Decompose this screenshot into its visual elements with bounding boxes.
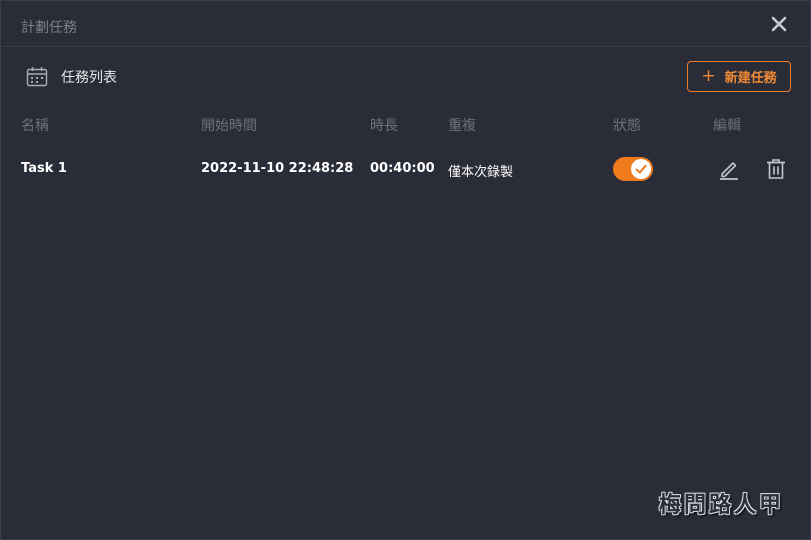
- table-row: Task 1 2022-11-10 22:48:28 00:40:00 僅本次錄…: [1, 151, 810, 187]
- close-button[interactable]: [770, 15, 788, 33]
- toolbar: 任務列表 + 新建任務: [1, 47, 810, 107]
- task-status-toggle[interactable]: [613, 157, 653, 181]
- task-start-time: 2022-11-10 22:48:28: [201, 161, 354, 176]
- task-duration: 00:40:00: [370, 161, 435, 176]
- column-header-duration: 時長: [370, 118, 398, 134]
- task-list-heading: 任務列表: [25, 65, 117, 89]
- column-header-name: 名稱: [21, 118, 49, 134]
- task-list-label: 任務列表: [61, 70, 117, 86]
- task-name: Task 1: [21, 161, 67, 176]
- column-header-repeat: 重複: [448, 118, 476, 134]
- delete-task-button[interactable]: [764, 157, 788, 181]
- pencil-icon: [720, 162, 738, 180]
- title-bar: 計劃任務: [1, 1, 810, 47]
- table-header: 名稱 開始時間 時長 重複 狀態 編輯: [1, 115, 810, 135]
- column-header-start-time: 開始時間: [201, 118, 257, 134]
- window-title: 計劃任務: [21, 20, 77, 36]
- watermark: 梅問路人甲: [658, 492, 784, 518]
- column-header-edit: 編輯: [713, 118, 741, 134]
- check-icon: [635, 164, 647, 174]
- edit-task-button[interactable]: [717, 157, 741, 181]
- task-repeat: 僅本次錄製: [448, 165, 514, 180]
- calendar-icon: [26, 67, 48, 87]
- plus-icon: +: [701, 66, 716, 86]
- new-task-button[interactable]: + 新建任務: [687, 61, 791, 92]
- column-header-status: 狀態: [613, 118, 641, 134]
- schedule-task-window: 計劃任務 任務列表 + 新建任務 名稱 開始時間 時長 重複 狀態 編輯 Tas…: [0, 0, 811, 540]
- close-icon: [771, 16, 787, 32]
- new-task-label: 新建任務: [724, 71, 777, 86]
- trash-icon: [767, 159, 785, 179]
- toggle-knob: [631, 159, 651, 179]
